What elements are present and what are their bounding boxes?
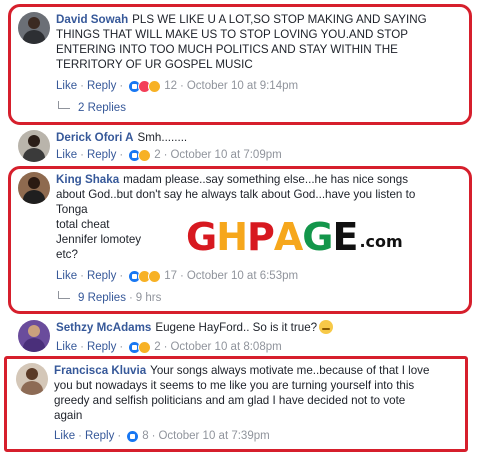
reaction-count: 2 — [154, 149, 161, 161]
timestamp[interactable]: October 10 at 7:39pm — [158, 430, 269, 442]
like-link[interactable]: Like — [54, 430, 75, 442]
ghpage-watermark-logo: GH P A G E .com — [186, 215, 403, 259]
avatar[interactable] — [16, 363, 48, 395]
avatar[interactable] — [18, 12, 50, 44]
haha-reaction-icon — [138, 148, 152, 162]
comment-actions: Like · Reply · 12 · October 10 at 9:14pm — [56, 79, 299, 93]
avatar[interactable] — [18, 130, 50, 162]
like-link[interactable]: Like — [56, 341, 77, 353]
timestamp[interactable]: October 10 at 7:09pm — [170, 149, 281, 161]
reply-link[interactable]: Reply — [87, 341, 116, 353]
comment-actions: Like · Reply · 2 · October 10 at 8:08pm — [56, 340, 282, 354]
comment-author[interactable]: Sethzy McAdams — [56, 321, 151, 334]
haha-reaction-icon — [148, 79, 162, 93]
comment-body: Francisca Kluvia Your songs always motiva… — [54, 364, 430, 422]
reactions[interactable] — [128, 148, 152, 162]
comment-actions: Like · Reply · 2 · October 10 at 7:09pm — [56, 148, 282, 162]
thinking-emoji-icon — [319, 320, 334, 334]
like-link[interactable]: Like — [56, 80, 77, 92]
reply-link[interactable]: Reply — [87, 80, 116, 92]
reaction-count: 2 — [154, 341, 161, 353]
reply-arrow-icon — [58, 291, 70, 299]
comment-body: Derick Ofori A Smh........ — [56, 131, 188, 144]
reactions[interactable] — [128, 79, 162, 93]
like-link[interactable]: Like — [56, 149, 77, 161]
reply-link[interactable]: Reply — [87, 270, 116, 282]
avatar[interactable] — [18, 172, 50, 204]
reactions[interactable] — [126, 429, 140, 443]
reactions[interactable] — [128, 340, 152, 354]
reply-link[interactable]: Reply — [85, 430, 114, 442]
avatar[interactable] — [18, 320, 50, 352]
reaction-count: 8 — [142, 430, 149, 442]
reply-arrow-icon — [58, 101, 70, 109]
comment-author[interactable]: King Shaka — [56, 173, 119, 186]
reaction-count: 12 — [164, 80, 177, 92]
comment-author[interactable]: Francisca Kluvia — [54, 364, 146, 377]
reaction-count: 17 — [164, 270, 177, 282]
comment-body: Sethzy McAdams Eugene HayFord.. So is it … — [56, 320, 334, 335]
haha-reaction-icon — [138, 340, 152, 354]
comment-author[interactable]: David Sowah — [56, 13, 128, 26]
view-replies[interactable]: 9 Replies · 9 hrs — [58, 291, 161, 304]
comment-author[interactable]: Derick Ofori A — [56, 131, 134, 144]
like-link[interactable]: Like — [56, 270, 77, 282]
timestamp[interactable]: October 10 at 8:08pm — [170, 341, 281, 353]
comment-actions: Like · Reply · 8 · October 10 at 7:39pm — [54, 429, 270, 443]
haha-reaction-icon — [148, 269, 162, 283]
comment-body: David Sowah PLS WE LIKE U A LOT,SO STOP M… — [56, 13, 427, 71]
comment-actions: Like · Reply · 17 · October 10 at 6:53pm — [56, 269, 299, 283]
timestamp[interactable]: October 10 at 6:53pm — [187, 270, 298, 282]
timestamp[interactable]: October 10 at 9:14pm — [187, 80, 298, 92]
reactions[interactable] — [128, 269, 162, 283]
like-reaction-icon — [126, 429, 140, 443]
view-replies[interactable]: 2 Replies — [58, 101, 126, 114]
reply-link[interactable]: Reply — [87, 149, 116, 161]
